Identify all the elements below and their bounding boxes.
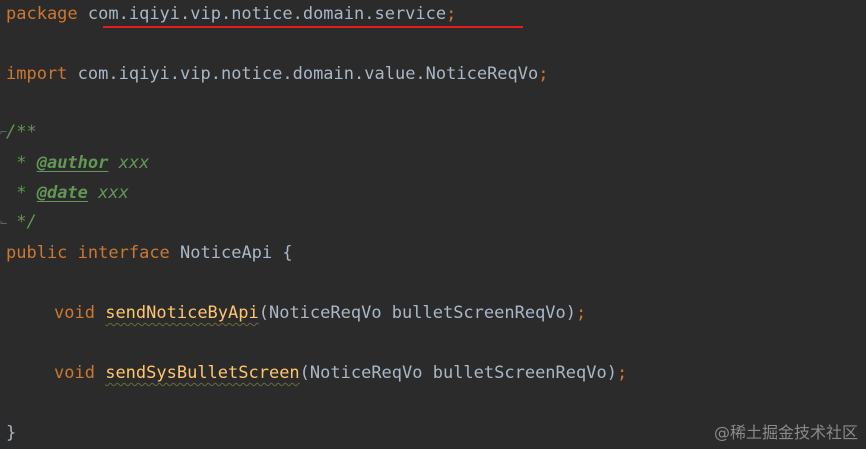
date-value: xxx: [87, 183, 129, 203]
doc-star: *: [6, 153, 37, 173]
interface-name: NoticeApi: [169, 243, 283, 263]
doc-close-line: */: [6, 210, 37, 234]
author-value: xxx: [108, 153, 150, 173]
method-semicolon: ;: [576, 303, 587, 323]
method-name-send-sys-bullet-screen: sendSysBulletScreen: [105, 363, 300, 383]
watermark: @稀土掘金技术社区: [713, 423, 858, 442]
doc-open: /**: [6, 122, 37, 142]
void-keyword: void: [54, 363, 95, 383]
doc-close: */: [6, 212, 37, 232]
date-tag: @date: [36, 183, 88, 203]
doc-open-line: /**: [6, 120, 37, 144]
close-brace-line: }: [6, 421, 16, 445]
red-underline-annotation: [103, 26, 523, 28]
import-keyword: import: [6, 64, 68, 84]
open-brace: {: [282, 243, 293, 263]
interface-keyword: interface: [77, 243, 170, 263]
method-line-1: void sendNoticeByApi(NoticeReqVo bulletS…: [54, 301, 586, 325]
method-params: (NoticeReqVo bulletScreenReqVo): [258, 303, 577, 323]
public-keyword: public: [6, 243, 68, 263]
method-semicolon: ;: [616, 363, 628, 383]
doc-star: *: [6, 183, 37, 203]
package-keyword: package: [6, 4, 78, 24]
import-line: import com.iqiyi.vip.notice.domain.value…: [6, 62, 549, 86]
import-semicolon: ;: [538, 64, 549, 84]
code-editor[interactable]: package com.iqiyi.vip.notice.domain.serv…: [0, 0, 866, 449]
method-line-2: void sendSysBulletScreen(NoticeReqVo bul…: [54, 361, 627, 385]
method-params: (NoticeReqVo bulletScreenReqVo): [299, 363, 617, 383]
doc-author-line: * @author xxx: [6, 151, 149, 175]
package-line: package com.iqiyi.vip.notice.domain.serv…: [6, 2, 456, 26]
author-tag: @author: [36, 153, 109, 173]
package-semicolon: ;: [446, 4, 457, 24]
method-name-send-notice-by-api: sendNoticeByApi: [105, 303, 259, 323]
doc-date-line: * @date xxx: [6, 181, 129, 205]
package-name: com.iqiyi.vip.notice.domain.service: [87, 4, 447, 24]
interface-declaration-line: public interface NoticeApi {: [6, 241, 293, 265]
void-keyword: void: [54, 303, 95, 323]
close-brace: }: [6, 423, 17, 443]
import-name: com.iqiyi.vip.notice.domain.value.Notice…: [77, 64, 539, 84]
